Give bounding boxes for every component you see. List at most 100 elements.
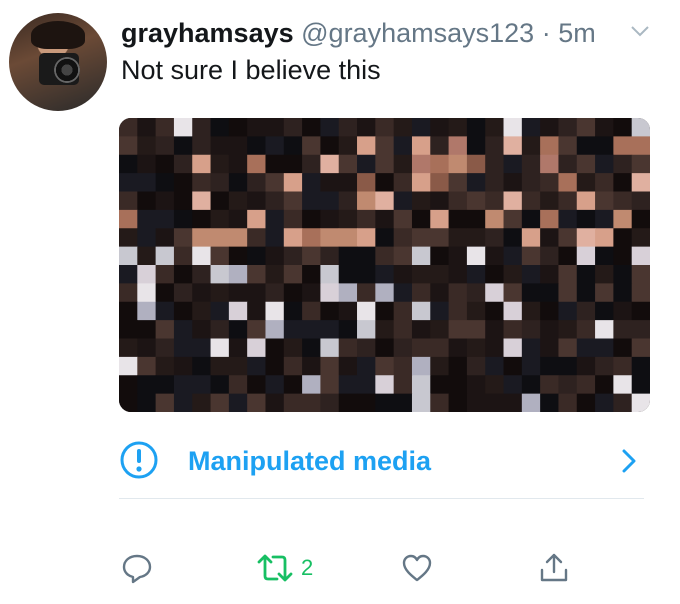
mosaic-pixel [540,375,559,395]
mosaic-pixel [485,173,505,193]
mosaic-pixel [210,228,230,248]
mosaic-pixel [466,118,486,137]
mosaic-pixel [357,228,376,248]
mosaic-pixel [228,301,248,321]
mosaic-pixel [137,209,157,229]
manipulated-media-notice[interactable]: Manipulated media [119,440,650,484]
mosaic-pixel [540,338,559,358]
mosaic-pixel [320,209,340,229]
notice-label: Manipulated media [188,446,432,476]
tweet-media-image[interactable] [119,118,650,412]
tweet-actions: 2 [0,548,680,588]
mosaic-pixel [137,173,157,193]
mosaic-pixel [375,338,395,358]
mosaic-pixel [430,375,450,395]
mosaic-pixel [393,209,413,229]
mosaic-pixel [173,265,193,284]
mosaic-pixel [393,375,413,395]
mosaic-pixel [631,356,650,376]
mosaic-pixel [613,246,633,266]
mosaic-pixel [485,191,505,211]
mosaic-pixel [338,338,358,358]
mosaic-pixel [210,136,230,156]
mosaic-pixel [430,191,450,211]
retweet-icon [257,554,293,582]
mosaic-pixel [448,154,468,174]
mosaic-pixel [430,154,450,174]
mosaic-pixel [173,356,193,376]
mosaic-pixel [576,265,596,284]
mosaic-pixel [485,393,505,412]
mosaic-pixel [411,320,431,340]
mosaic-pixel [521,375,541,395]
mosaic-pixel [155,393,175,412]
mosaic-pixel [119,283,138,303]
mosaic-pixel [448,283,468,303]
mosaic-pixel [228,209,248,229]
mosaic-pixel [302,393,321,412]
mosaic-pixel [485,228,505,248]
mosaic-pixel [155,301,175,321]
mosaic-pixel [137,338,157,358]
separator-dot: · [541,18,551,48]
mosaic-pixel [283,246,303,266]
mosaic-pixel [192,209,212,229]
mosaic-pixel [137,265,157,284]
mosaic-pixel [155,173,175,193]
mosaic-pixel [173,173,193,193]
mosaic-pixel [521,265,541,284]
share-button[interactable] [537,548,571,588]
mosaic-pixel [155,246,175,266]
mosaic-pixel [448,191,468,211]
mosaic-pixel [393,338,413,358]
mosaic-pixel [155,338,175,358]
mosaic-pixel [558,173,578,193]
mosaic-pixel [595,154,614,174]
mosaic-pixel [595,338,614,358]
mosaic-pixel [540,228,559,248]
display-name[interactable]: grayhamsays [121,18,294,48]
mosaic-pixel [283,209,303,229]
mosaic-pixel [173,375,193,395]
mosaic-pixel [357,209,376,229]
reply-button[interactable] [120,548,154,588]
mosaic-pixel [265,118,285,137]
mosaic-pixel [576,173,596,193]
mosaic-pixel [503,356,523,376]
mosaic-pixel [466,246,486,266]
chevron-down-icon[interactable] [630,24,650,38]
mosaic-pixel [631,301,650,321]
mosaic-pixel [448,209,468,229]
retweet-button[interactable]: 2 [255,548,313,588]
retweet-count: 2 [301,555,314,580]
tweet-time[interactable]: 5m [558,18,596,48]
mosaic-pixel [540,246,559,266]
like-button[interactable] [400,548,434,588]
mosaic-pixel [137,356,157,376]
mosaic-pixel [613,356,633,376]
mosaic-pixel [613,393,633,412]
mosaic-pixel [576,320,596,340]
mosaic-pixel [521,320,541,340]
mosaic-pixel [393,356,413,376]
mosaic-pixel [320,228,340,248]
avatar[interactable] [9,13,107,111]
mosaic-pixel [338,118,358,137]
mosaic-pixel [119,228,138,248]
user-handle[interactable]: @grayhamsays123 [301,18,534,48]
mosaic-pixel [375,246,395,266]
mosaic-pixel [155,209,175,229]
mosaic-pixel [320,246,340,266]
mosaic-pixel [430,283,450,303]
mosaic-pixel [302,356,321,376]
mosaic-pixel [265,136,285,156]
mosaic-pixel [155,356,175,376]
mosaic-pixel [411,265,431,284]
mosaic-pixel [192,356,212,376]
mosaic-pixel [521,301,541,321]
mosaic-pixel [613,283,633,303]
mosaic-pixel [540,173,559,193]
mosaic-pixel [448,228,468,248]
mosaic-pixel [595,173,614,193]
mosaic-pixel [393,265,413,284]
